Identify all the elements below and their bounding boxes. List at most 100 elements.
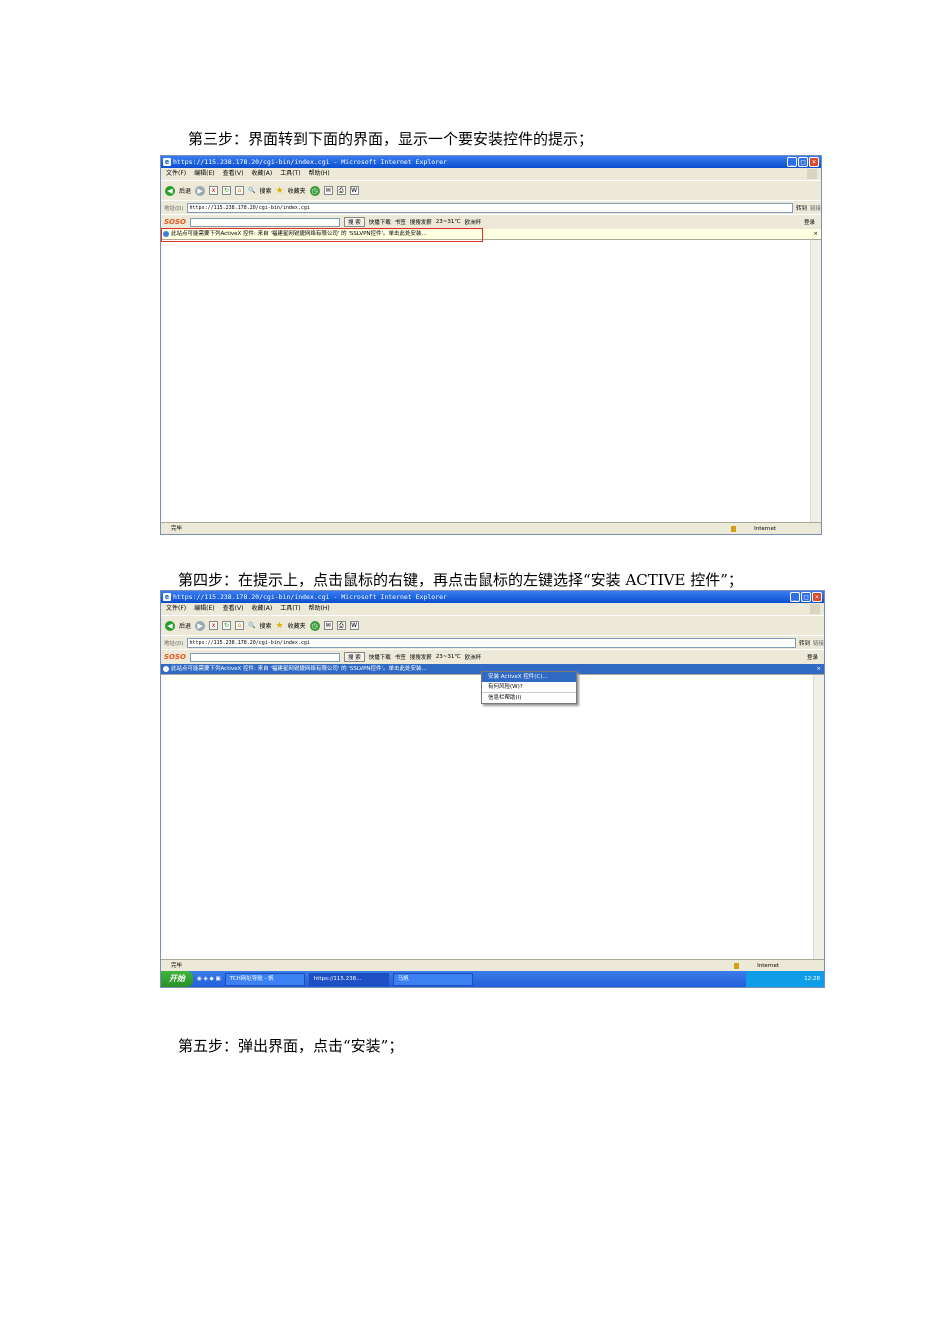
title-bar[interactable]: e https://115.238.178.20/cgi-bin/index.c…: [161, 591, 824, 603]
menu-edit[interactable]: 编辑(E): [194, 168, 214, 180]
red-highlight-box: [161, 228, 483, 242]
close-button[interactable]: ×: [809, 157, 819, 167]
menu-favorites[interactable]: 收藏(A): [251, 603, 272, 615]
print-icon[interactable]: ⎙: [336, 621, 346, 630]
minimize-button[interactable]: _: [787, 157, 797, 167]
soso-item-kuaibo[interactable]: 快播下载: [369, 653, 391, 661]
menu-bar: 文件(F) 编辑(E) 查看(V) 收藏(A) 工具(T) 帮助(H): [161, 603, 824, 615]
status-bar: 完毕 Internet: [161, 959, 824, 971]
info-icon: [163, 666, 169, 672]
edit-icon[interactable]: W: [349, 621, 359, 630]
go-button[interactable]: 转到: [799, 639, 810, 647]
lock-icon: [734, 963, 739, 969]
soso-item-bookmark[interactable]: 书签: [395, 218, 406, 226]
address-bar: 地址(D) https://115.238.178.20/cgi-bin/ind…: [161, 200, 821, 214]
mail-icon[interactable]: ✉: [323, 186, 333, 195]
close-button[interactable]: ×: [812, 592, 822, 602]
back-arrow-icon[interactable]: ◀: [165, 185, 175, 196]
menu-view[interactable]: 查看(V): [223, 168, 244, 180]
soso-item-weather[interactable]: 23~31℃: [436, 654, 461, 660]
go-button[interactable]: 转到: [796, 204, 807, 212]
start-button[interactable]: 开始: [161, 971, 193, 987]
address-input[interactable]: https://115.238.178.20/cgi-bin/index.cgi: [186, 637, 796, 648]
taskbar-item-nav[interactable]: TCH网址导航 - 帆: [224, 972, 305, 986]
favorites-label[interactable]: 收藏夹: [288, 621, 306, 630]
links-label[interactable]: 链接: [810, 204, 821, 212]
stop-icon[interactable]: x: [209, 186, 219, 195]
soso-item-euro[interactable]: 欧洲杯: [465, 653, 482, 661]
soso-search-input[interactable]: [189, 652, 340, 662]
menu-file[interactable]: 文件(F): [166, 168, 186, 180]
print-icon[interactable]: ⎙: [336, 186, 346, 195]
page-content: [161, 240, 821, 522]
stop-icon[interactable]: x: [209, 621, 219, 630]
window-title: https://115.238.178.20/cgi-bin/index.cgi…: [173, 593, 447, 601]
home-icon[interactable]: ⌂: [235, 186, 245, 195]
soso-search-button[interactable]: 搜 索: [343, 217, 365, 227]
step4-text: 第四步：在提示上，点击鼠标的右键，再点击鼠标的左键选择“安装 ACTIVE 控件…: [178, 571, 743, 589]
vertical-scrollbar[interactable]: [810, 240, 821, 522]
menu-view[interactable]: 查看(V): [223, 603, 244, 615]
search-icon[interactable]: 🔍: [248, 622, 255, 629]
back-label[interactable]: 后退: [179, 621, 191, 630]
standard-toolbar: ◀ 后退 ▶ x ↻ ⌂ 🔍 搜索 ★ 收藏夹 ◷ ✉ ⎙ W: [161, 180, 821, 200]
quick-launch-icons[interactable]: ◉ ◈ ◆ ▣: [197, 976, 221, 982]
favorites-star-icon[interactable]: ★: [276, 186, 284, 196]
menu-tools[interactable]: 工具(T): [280, 168, 300, 180]
status-text: 完毕: [171, 526, 183, 532]
soso-logo: SOSO: [164, 653, 186, 661]
menu-tools[interactable]: 工具(T): [280, 603, 300, 615]
home-icon[interactable]: ⌂: [235, 621, 245, 630]
menu-file[interactable]: 文件(F): [166, 603, 186, 615]
infobar-close-icon[interactable]: ×: [813, 229, 818, 240]
lock-icon: [731, 526, 736, 532]
infobar-text[interactable]: 此站点可能需要下列ActiveX 控件: 来自 '福建星网锐捷网络有限公司' 的…: [171, 666, 427, 672]
title-bar[interactable]: e https://115.238.178.20/cgi-bin/index.c…: [161, 156, 821, 168]
soso-item-fa[interactable]: 搜搜发薪: [410, 653, 432, 661]
refresh-icon[interactable]: ↻: [222, 186, 232, 195]
soso-item-weather[interactable]: 23~31℃: [436, 219, 461, 225]
taskbar-item-mafan[interactable]: 马帆: [392, 972, 473, 986]
soso-search-button[interactable]: 搜 索: [343, 652, 365, 662]
soso-item-fa[interactable]: 搜搜发薪: [410, 218, 432, 226]
system-tray: 12:28: [746, 971, 824, 987]
search-icon[interactable]: 🔍: [248, 187, 255, 194]
edit-icon[interactable]: W: [349, 186, 359, 195]
maximize-button[interactable]: □: [801, 592, 811, 602]
refresh-icon[interactable]: ↻: [222, 621, 232, 630]
clock: 12:28: [804, 976, 820, 982]
soso-search-input[interactable]: [189, 217, 340, 227]
back-arrow-icon[interactable]: ◀: [165, 620, 175, 631]
history-icon[interactable]: ◷: [309, 620, 320, 631]
soso-login[interactable]: 登录: [804, 218, 821, 226]
infobar-close-icon[interactable]: ×: [816, 664, 821, 675]
history-icon[interactable]: ◷: [309, 185, 320, 196]
favorites-label[interactable]: 收藏夹: [288, 186, 306, 195]
status-bar: 完毕 Internet: [161, 522, 821, 534]
search-label[interactable]: 搜索: [260, 186, 272, 195]
soso-login[interactable]: 登录: [807, 653, 824, 661]
search-label[interactable]: 搜索: [260, 621, 272, 630]
menu-item-infobar-help[interactable]: 信息栏帮助(I): [482, 692, 576, 703]
menu-favorites[interactable]: 收藏(A): [251, 168, 272, 180]
soso-item-euro[interactable]: 欧洲杯: [465, 218, 482, 226]
links-label[interactable]: 链接: [813, 639, 824, 647]
favorites-star-icon[interactable]: ★: [276, 621, 284, 631]
forward-arrow-icon[interactable]: ▶: [195, 185, 206, 196]
minimize-button[interactable]: _: [790, 592, 800, 602]
taskbar-item-ie[interactable]: https://115.238...: [308, 972, 389, 986]
menu-edit[interactable]: 编辑(E): [194, 603, 214, 615]
maximize-button[interactable]: □: [798, 157, 808, 167]
menu-item-risk[interactable]: 有何风险(W)?: [482, 682, 576, 692]
soso-item-kuaibo[interactable]: 快播下载: [369, 218, 391, 226]
menu-help[interactable]: 帮助(H): [309, 168, 330, 180]
vertical-scrollbar[interactable]: [813, 675, 824, 959]
menu-item-install-activex[interactable]: 安装 ActiveX 控件(C)...: [482, 672, 576, 682]
address-label: 地址(D): [164, 205, 184, 212]
mail-icon[interactable]: ✉: [323, 621, 333, 630]
menu-help[interactable]: 帮助(H): [309, 603, 330, 615]
back-label[interactable]: 后退: [179, 186, 191, 195]
forward-arrow-icon[interactable]: ▶: [195, 620, 206, 631]
address-input[interactable]: https://115.238.178.20/cgi-bin/index.cgi: [186, 202, 793, 213]
soso-item-bookmark[interactable]: 书签: [395, 653, 406, 661]
